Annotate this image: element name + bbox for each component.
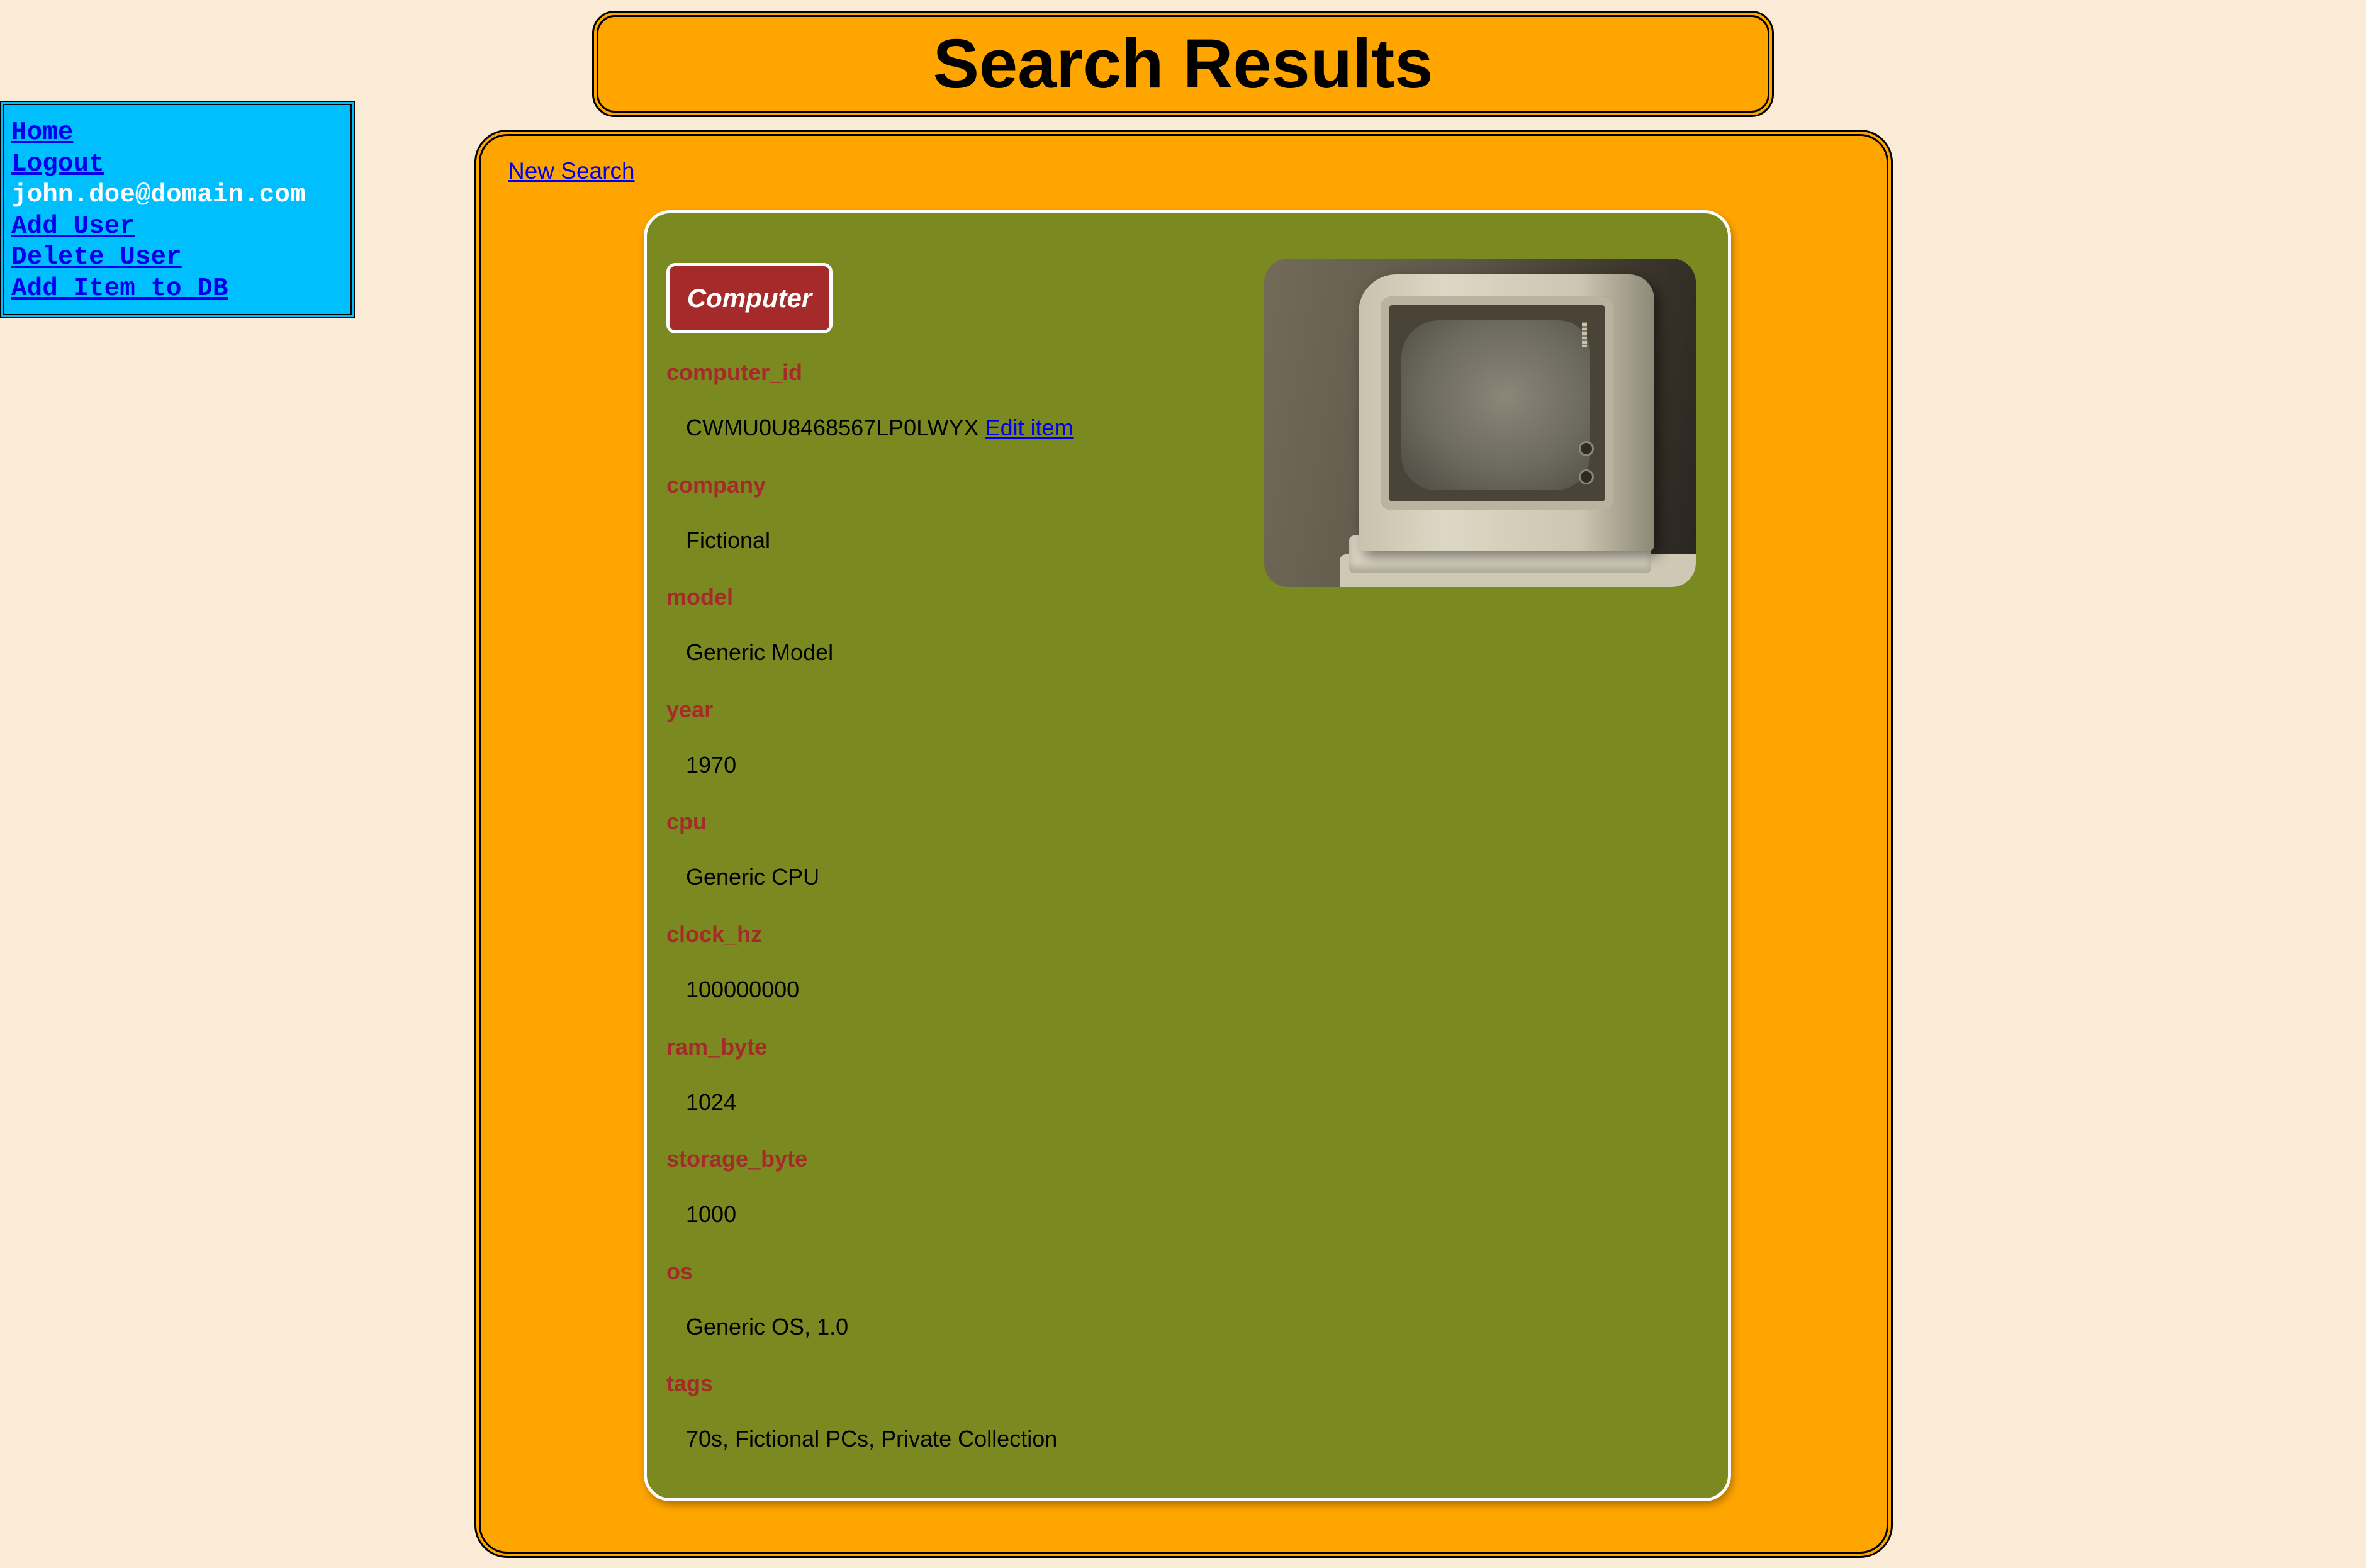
field-os: os Generic OS, 1.0 — [666, 1258, 1233, 1371]
computer-image — [1264, 259, 1696, 587]
field-value: 100000000 — [686, 976, 800, 1002]
field-label: storage_byte — [666, 1146, 808, 1172]
field-value: Generic OS, 1.0 — [686, 1313, 849, 1340]
field-label: tags — [666, 1370, 714, 1397]
field-value: 1970 — [686, 751, 737, 778]
card-title-badge: Computer — [666, 263, 833, 333]
field-company: company Fictional — [666, 472, 1233, 585]
field-value: 1000 — [686, 1201, 737, 1228]
results-container: New Search Computer computer_id CWMU0U84… — [474, 130, 1893, 1558]
image-knob — [1579, 441, 1594, 456]
field-ram-byte: ram_byte 1024 — [666, 1034, 1233, 1146]
edit-item-link[interactable]: Edit item — [985, 415, 1074, 440]
field-label: company — [666, 471, 766, 498]
field-value-row: CWMU0U8468567LP0LWYX Edit item — [686, 415, 1074, 441]
field-label: cpu — [666, 809, 707, 835]
nav-delete-user-link[interactable]: Delete User — [11, 242, 350, 274]
side-nav: Home Logout john.doe@domain.com Add User… — [0, 101, 355, 318]
field-value: Generic CPU — [686, 864, 820, 890]
image-vent — [1582, 322, 1587, 347]
result-card: Computer computer_id CWMU0U8468567LP0LWY… — [644, 210, 1731, 1501]
field-label: os — [666, 1258, 693, 1284]
user-email: john.doe@domain.com — [11, 181, 306, 210]
image-knob — [1579, 469, 1594, 484]
page-title: Search Results — [933, 25, 1433, 103]
field-value: Generic Model — [686, 639, 834, 666]
new-search-link[interactable]: New Search — [508, 158, 635, 184]
field-value: CWMU0U8468567LP0LWYX — [686, 415, 979, 440]
field-year: year 1970 — [666, 697, 1233, 809]
field-tags: tags 70s, Fictional PCs, Private Collect… — [666, 1370, 1233, 1483]
field-value: 70s, Fictional PCs, Private Collection — [686, 1426, 1058, 1452]
field-label: ram_byte — [666, 1033, 768, 1060]
field-label: computer_id — [666, 359, 803, 385]
nav-add-user-link[interactable]: Add User — [11, 211, 350, 243]
field-clock-hz: clock_hz 100000000 — [666, 921, 1233, 1034]
field-label: clock_hz — [666, 921, 763, 947]
field-cpu: cpu Generic CPU — [666, 809, 1233, 921]
field-value: Fictional — [686, 527, 771, 553]
header-banner: Search Results — [592, 11, 1774, 117]
field-label: year — [666, 696, 714, 722]
nav-logout-link[interactable]: Logout — [11, 149, 350, 181]
field-model: model Generic Model — [666, 584, 1233, 697]
image-crt-screen — [1401, 320, 1590, 490]
field-list: computer_id CWMU0U8468567LP0LWYX Edit it… — [666, 359, 1233, 1483]
nav-add-item-link[interactable]: Add Item to DB — [11, 274, 350, 305]
field-storage-byte: storage_byte 1000 — [666, 1146, 1233, 1258]
field-value: 1024 — [686, 1089, 737, 1115]
field-computer-id: computer_id CWMU0U8468567LP0LWYX Edit it… — [666, 359, 1233, 472]
field-label: model — [666, 584, 734, 610]
nav-home-link[interactable]: Home — [11, 118, 350, 149]
